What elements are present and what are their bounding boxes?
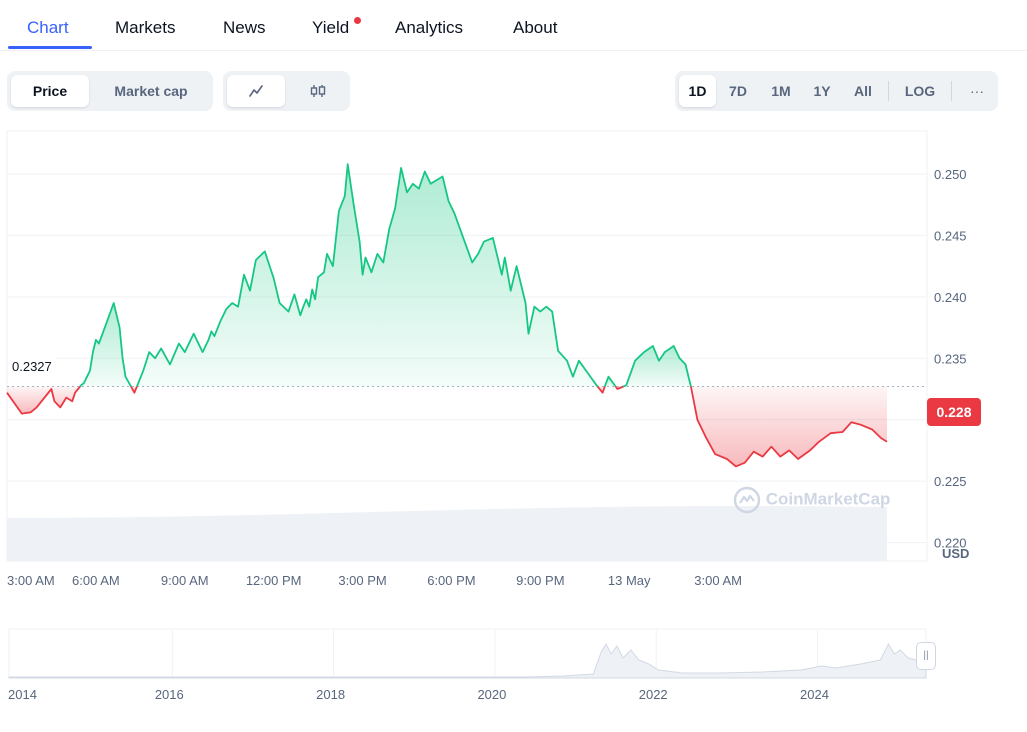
- notification-dot-icon: [354, 17, 361, 24]
- x-tick-label: 9:00 AM: [161, 573, 209, 588]
- range-selector: 1D 7D 1M 1Y All LOG ···: [675, 71, 998, 111]
- chart-type-toggle: [223, 71, 350, 111]
- navigator-year-label: 2020: [477, 687, 506, 702]
- price-area-down: [690, 386, 887, 467]
- tab-about[interactable]: About: [513, 18, 557, 38]
- x-tick-label: 9:00 PM: [516, 573, 564, 588]
- y-tick-label: 0.245: [934, 228, 967, 243]
- navigator-year-label: 2016: [155, 687, 184, 702]
- navigator-year-labels: 2014 2016 2018 2020 2022 2024: [8, 687, 829, 702]
- candlestick-icon: [310, 85, 326, 97]
- x-tick-label: 6:00 AM: [72, 573, 120, 588]
- tab-yield[interactable]: Yield: [312, 18, 349, 38]
- watermark: CoinMarketCap: [733, 486, 890, 514]
- volume-band: [7, 506, 887, 561]
- range-1y-button[interactable]: 1Y: [804, 75, 840, 107]
- x-tick-label: 3:00 AM: [694, 573, 742, 588]
- range-1m-button[interactable]: 1M: [761, 75, 801, 107]
- market-cap-toggle-button[interactable]: Market cap: [93, 75, 209, 107]
- y-tick-label: 0.250: [934, 167, 967, 182]
- y-tick-label: 0.240: [934, 290, 967, 305]
- x-tick-label: 13 May: [608, 573, 651, 588]
- watermark-text: CoinMarketCap: [765, 489, 891, 509]
- active-tab-indicator: [8, 46, 92, 49]
- coinmarketcap-logo-icon: [733, 486, 761, 514]
- tab-chart[interactable]: Chart: [27, 18, 69, 38]
- more-options-button[interactable]: ···: [959, 75, 995, 107]
- candlestick-button[interactable]: [289, 75, 347, 107]
- tab-markets[interactable]: Markets: [115, 18, 175, 38]
- navigator-year-label: 2018: [316, 687, 345, 702]
- currency-label: USD: [942, 546, 970, 561]
- price-toggle-button[interactable]: Price: [11, 75, 89, 107]
- navigator-year-label: 2024: [800, 687, 829, 702]
- range-1d-button[interactable]: 1D: [679, 75, 716, 107]
- range-navigator[interactable]: 2014 2016 2018 2020 2022 2024: [0, 620, 1027, 720]
- range-all-button[interactable]: All: [844, 75, 882, 107]
- price-area-up: [136, 164, 598, 387]
- price-chart[interactable]: 0.2500.2450.2400.2350.2300.2250.220 3:00…: [0, 130, 1027, 590]
- navigator-year-label: 2022: [639, 687, 668, 702]
- price-areas: [7, 164, 887, 467]
- navigator-year-label: 2014: [8, 687, 37, 702]
- chart-tabs: Chart Markets News Yield Analytics About: [0, 0, 1027, 51]
- range-7d-button[interactable]: 7D: [720, 75, 756, 107]
- x-tick-label: 12:00 PM: [246, 573, 302, 588]
- range-divider: [951, 81, 952, 101]
- y-tick-label: 0.235: [934, 351, 967, 366]
- drag-handle-icon[interactable]: ||: [916, 642, 936, 670]
- tab-analytics[interactable]: Analytics: [395, 18, 463, 38]
- y-axis-labels: 0.2500.2450.2400.2350.2300.2250.220: [934, 167, 967, 551]
- line-chart-button[interactable]: [227, 75, 285, 107]
- volume-area: [7, 506, 887, 561]
- y-tick-label: 0.225: [934, 474, 967, 489]
- current-price-badge: 0.228: [927, 398, 981, 426]
- x-tick-label: 3:00 PM: [338, 573, 386, 588]
- tab-news[interactable]: News: [223, 18, 266, 38]
- x-tick-label: 3:00 AM: [7, 573, 55, 588]
- log-scale-button[interactable]: LOG: [896, 75, 944, 107]
- x-axis-labels: 3:00 AM 6:00 AM 9:00 AM 12:00 PM 3:00 PM 6:00…: [7, 573, 742, 588]
- range-divider: [888, 81, 889, 101]
- reference-price-label: 0.2327: [8, 357, 56, 376]
- view-toggle: Price Market cap: [7, 71, 213, 111]
- x-tick-label: 6:00 PM: [427, 573, 475, 588]
- line-chart-icon: [249, 85, 263, 97]
